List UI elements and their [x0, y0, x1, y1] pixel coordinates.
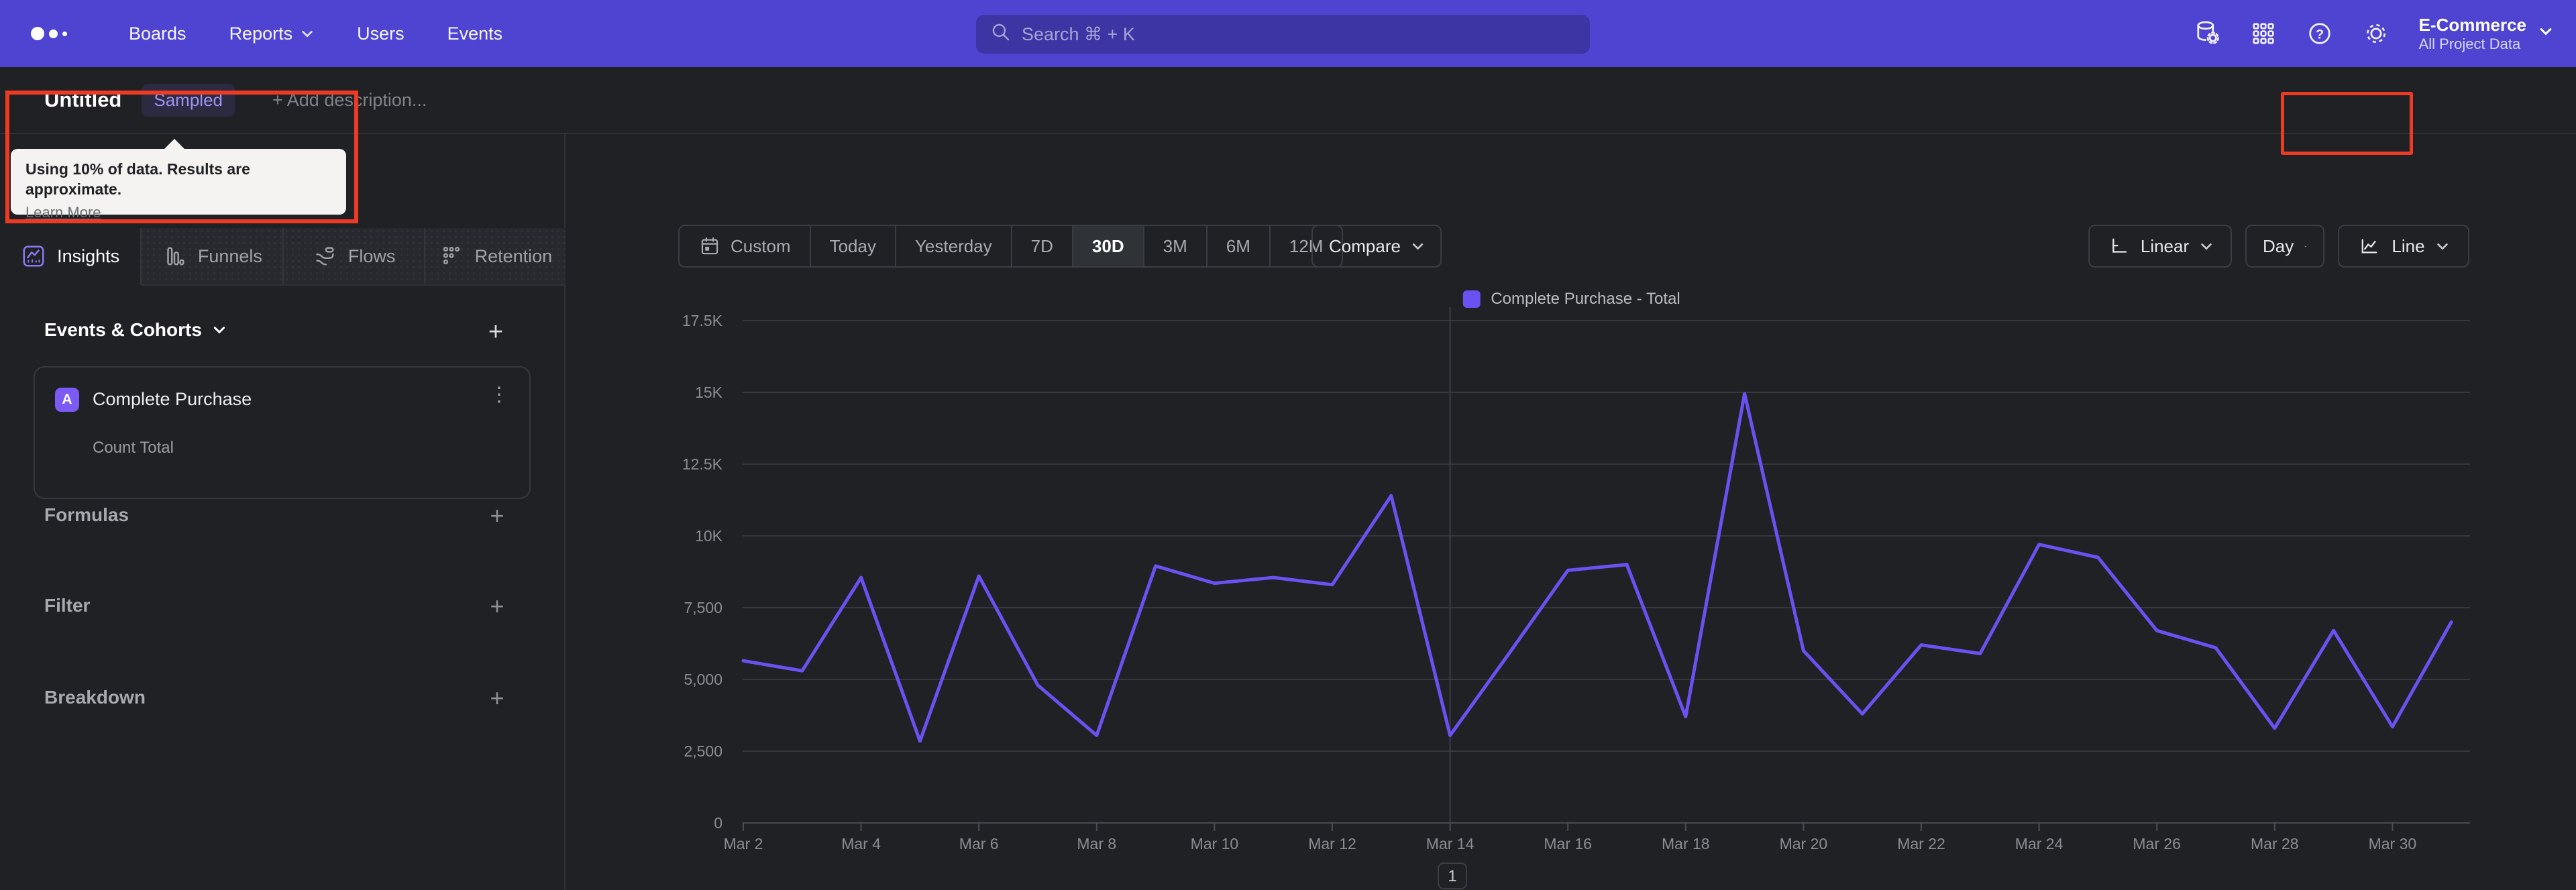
x-axis-label: Mar 20	[1780, 835, 1828, 852]
tab-flows[interactable]: Flows	[284, 228, 425, 284]
y-axis-label: 15K	[695, 384, 723, 401]
event-letter-badge: A	[55, 388, 79, 412]
add-filter-button[interactable]: +	[484, 594, 511, 620]
add-formulas-button[interactable]: +	[484, 503, 511, 530]
project-switcher[interactable]: E-Commerce All Project Data	[2419, 14, 2553, 54]
y-axis-label: 10K	[695, 527, 723, 545]
report-title[interactable]: Untitled	[44, 88, 121, 112]
tab-label: Flows	[347, 245, 396, 266]
help-icon[interactable]: ?	[2305, 19, 2334, 48]
nav-item-boards[interactable]: Boards	[129, 23, 186, 44]
tab-label: Insights	[57, 245, 120, 266]
nav-item-label: Reports	[229, 23, 293, 44]
global-search-input[interactable]: Search ⌘ + K	[976, 15, 1590, 54]
section-label: Breakdown	[44, 687, 146, 708]
nav-item-label: Users	[357, 23, 405, 44]
nav-item-users[interactable]: Users	[357, 23, 405, 44]
y-axis-label: 17.5K	[682, 312, 723, 329]
events-cohorts-header[interactable]: Events & Cohorts	[44, 319, 226, 341]
tab-funnels[interactable]: Funnels	[142, 228, 284, 284]
section-label: Filter	[44, 595, 91, 616]
line-chart[interactable]: 0 2,500 5,000 7,500 10K 12.5K 15K 17.5K Mar 2 Mar…	[567, 134, 2576, 890]
tab-insights[interactable]: Insights	[0, 228, 142, 286]
tab-label: Funnels	[197, 245, 262, 266]
y-axis-label: 2,500	[684, 742, 722, 760]
section-label: Formulas	[44, 504, 129, 525]
x-axis-label: Mar 18	[1662, 835, 1710, 852]
settings-icon[interactable]	[2361, 19, 2391, 48]
search-icon	[989, 21, 1012, 48]
report-type-tabs: Insights Funnels Flows Retention	[0, 228, 566, 286]
sampling-tooltip: Using 10% of data. Results are approxima…	[11, 139, 346, 221]
kebab-menu-icon[interactable]: ⋮	[489, 385, 509, 405]
project-name: E-Commerce	[2418, 14, 2526, 35]
report-toolbar: Untitled Sampled + Add description... ••…	[0, 67, 2576, 208]
database-settings-icon[interactable]	[2192, 19, 2222, 48]
x-axis-label: Mar 28	[2251, 835, 2299, 852]
chevron-down-icon	[2538, 26, 2553, 40]
chart-panel: Custom Today Yesterday 7D 30D 3M 6M 12M Compare…	[567, 134, 2576, 890]
svg-text:?: ?	[2316, 27, 2324, 42]
x-axis-label: Mar 14	[1426, 835, 1474, 852]
x-axis-label: Mar 10	[1191, 835, 1239, 852]
sampled-badge[interactable]: Sampled	[142, 83, 235, 117]
section-formulas: Formulas +	[0, 502, 566, 531]
project-scope: All Project Data	[2418, 36, 2521, 53]
top-nav: Boards Reports Users Events Search ⌘ + K ? …	[0, 0, 2576, 67]
apps-grid-icon[interactable]	[2249, 19, 2278, 48]
section-breakdown: Breakdown +	[0, 684, 566, 714]
nav-item-label: Boards	[129, 23, 186, 44]
x-axis-label: Mar 8	[1077, 835, 1116, 852]
y-axis-label: 12.5K	[682, 455, 723, 473]
nav-right: ? E-Commerce All Project Data	[2192, 0, 2553, 67]
nav-item-reports[interactable]: Reports	[229, 23, 315, 44]
nav-item-label: Events	[447, 23, 503, 44]
x-axis-label: Mar 12	[1308, 835, 1356, 852]
event-card[interactable]: A Complete Purchase ⋮ Count Total	[34, 366, 531, 499]
tab-retention[interactable]: Retention	[425, 228, 566, 284]
x-axis-label: Mar 16	[1544, 835, 1592, 852]
y-axis-label: 0	[714, 814, 722, 832]
chevron-down-icon	[302, 30, 313, 38]
chevron-down-icon	[213, 327, 225, 334]
x-axis-label: Mar 30	[2369, 835, 2417, 852]
x-axis-label: Mar 22	[1897, 835, 1945, 852]
mixpanel-logo-icon[interactable]	[31, 27, 67, 40]
tooltip-text: Using 10% of data. Results are approxima…	[25, 160, 250, 198]
main-menu: Boards Reports Users Events	[129, 23, 502, 44]
section-filter: Filter +	[0, 592, 566, 622]
search-placeholder: Search ⌘ + K	[1022, 23, 1135, 44]
app-root: Boards Reports Users Events Search ⌘ + K ? …	[0, 0, 2576, 890]
nav-icon-group: ?	[2192, 19, 2391, 48]
query-builder-panel: Insights Funnels Flows Retention Events & C…	[0, 134, 566, 890]
add-description-button[interactable]: + Add description...	[272, 90, 427, 111]
y-axis-label: 5,000	[684, 671, 722, 688]
x-axis-label: Mar 26	[2133, 835, 2181, 852]
event-name[interactable]: Complete Purchase	[93, 389, 252, 410]
x-axis-label: Mar 4	[841, 835, 881, 852]
x-axis-label: Mar 2	[724, 835, 763, 852]
event-metric[interactable]: Count Total	[93, 439, 174, 457]
series-line	[741, 392, 2453, 743]
y-axis-label: 7,500	[684, 599, 722, 616]
pagination-page-button[interactable]: 1	[1438, 863, 1467, 889]
x-axis-label: Mar 6	[959, 835, 999, 852]
tooltip-learn-more-link[interactable]: Learn More	[25, 204, 101, 221]
x-axis-label: Mar 24	[2015, 835, 2063, 852]
nav-item-events[interactable]: Events	[447, 23, 503, 44]
add-breakdown-button[interactable]: +	[484, 685, 511, 712]
tab-label: Retention	[474, 245, 553, 266]
add-event-button[interactable]: +	[482, 319, 509, 346]
